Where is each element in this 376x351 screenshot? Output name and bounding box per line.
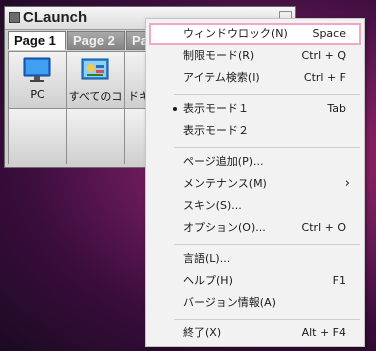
menu-separator (174, 94, 360, 95)
menu-item-label: オプション(O)... (183, 221, 266, 234)
launcher-item-control-panel[interactable]: すべてのコ (67, 52, 124, 108)
launcher-slot[interactable] (67, 109, 124, 165)
menu-item-label: 表示モード１ (183, 102, 249, 115)
menu-item-exit[interactable]: 終了(X) Alt + F4 (149, 322, 361, 344)
window-title: CLaunch (23, 9, 88, 26)
menu-item-skin[interactable]: スキン(S)... (149, 195, 361, 217)
menu-item-label: 制限モード(R) (183, 49, 255, 62)
menu-item-label: ヘルプ(H) (183, 274, 233, 287)
menu-item-item-search[interactable]: アイテム検索(I) Ctrl + F (149, 67, 361, 89)
menu-item-label: ウィンドウロック(N) (183, 27, 288, 40)
menu-item-shortcut: Tab (327, 102, 346, 115)
launcher-slot[interactable] (9, 109, 66, 165)
menu-item-language[interactable]: 言語(L)... (149, 248, 361, 270)
menu-item-options[interactable]: オプション(O)... Ctrl + O (149, 217, 361, 239)
menu-item-window-lock[interactable]: ウィンドウロック(N) Space (149, 23, 361, 45)
menu-item-shortcut: Alt + F4 (301, 326, 346, 339)
menu-separator (174, 147, 360, 148)
menu-item-shortcut: Space (312, 27, 346, 40)
menu-item-label: ページ追加(P)... (183, 155, 264, 168)
menu-item-shortcut: Ctrl + F (303, 71, 346, 84)
menu-item-shortcut: Ctrl + Q (301, 49, 346, 62)
menu-item-restricted-mode[interactable]: 制限モード(R) Ctrl + Q (149, 45, 361, 67)
menu-separator (174, 319, 360, 320)
menu-item-label: スキン(S)... (183, 199, 242, 212)
context-menu: ウィンドウロック(N) Space 制限モード(R) Ctrl + Q アイテム… (145, 18, 365, 347)
menu-item-shortcut: F1 (332, 274, 346, 287)
menu-item-help[interactable]: ヘルプ(H) F1 (149, 270, 361, 292)
menu-item-version-info[interactable]: バージョン情報(A) (149, 292, 361, 314)
menu-item-add-page[interactable]: ページ追加(P)... (149, 151, 361, 173)
menu-item-label: メンテナンス(M) (183, 177, 267, 190)
menu-item-label: 終了(X) (183, 326, 222, 339)
launcher-item-label: すべてのコ (68, 90, 123, 103)
selected-bullet-icon (173, 107, 177, 111)
menu-item-display-mode-2[interactable]: 表示モード２ (149, 120, 361, 142)
menu-item-maintenance[interactable]: メンテナンス(M) › (149, 173, 361, 195)
system-menu-icon[interactable] (9, 12, 20, 23)
menu-item-label: バージョン情報(A) (183, 296, 276, 309)
menu-item-label: 言語(L)... (183, 252, 231, 265)
launcher-item-label: PC (30, 88, 45, 101)
submenu-arrow-icon: › (344, 176, 350, 191)
menu-item-label: 表示モード２ (183, 124, 249, 137)
launcher-item-pc[interactable]: PC (9, 52, 66, 108)
monitor-icon (23, 57, 51, 82)
menu-item-shortcut: Ctrl + O (301, 221, 346, 234)
menu-separator (174, 244, 360, 245)
tab-page-2[interactable]: Page 2 (67, 31, 125, 50)
control-panel-icon (81, 58, 109, 80)
tab-page-1[interactable]: Page 1 (8, 31, 66, 50)
menu-item-label: アイテム検索(I) (183, 71, 260, 84)
menu-item-display-mode-1[interactable]: 表示モード１ Tab (149, 98, 361, 120)
